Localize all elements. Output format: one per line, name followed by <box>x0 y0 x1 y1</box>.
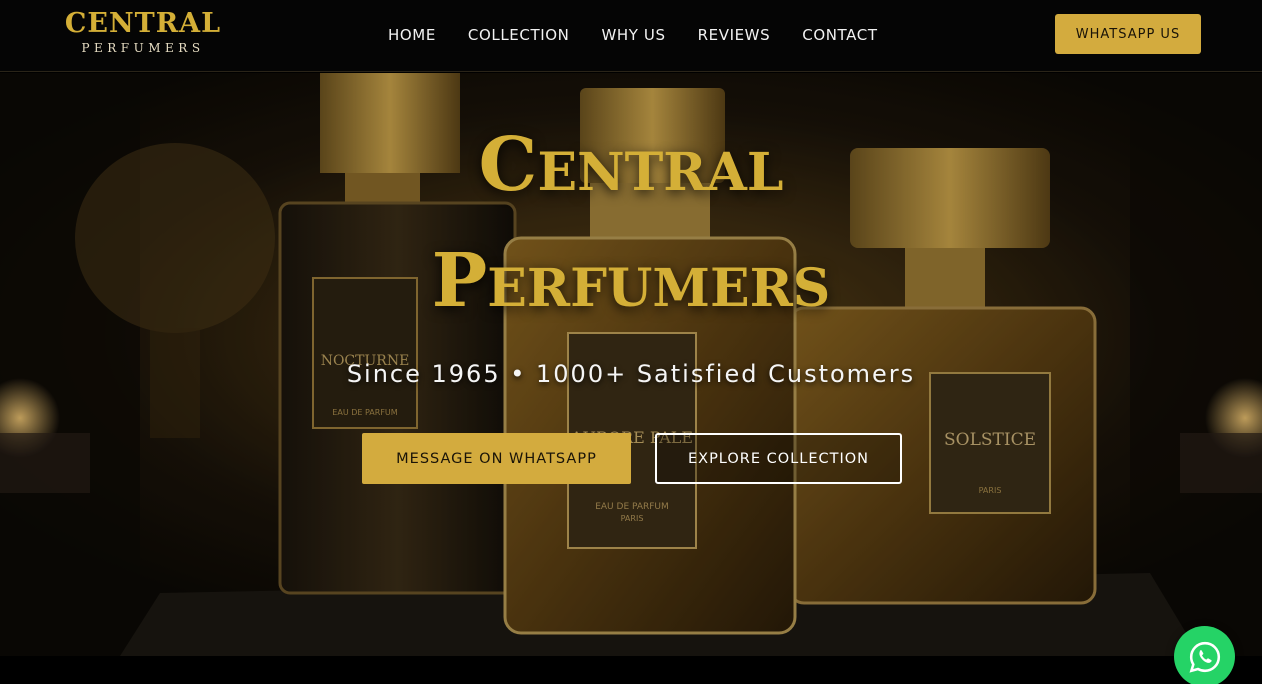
hero-button-group: MESSAGE ON WHATSAPP EXPLORE COLLECTION <box>362 433 902 484</box>
floating-whatsapp-button[interactable] <box>1174 626 1235 684</box>
whatsapp-us-button[interactable]: WHATSAPP US <box>1055 14 1201 54</box>
nav-link-reviews[interactable]: REVIEWS <box>698 24 771 46</box>
nav-link-contact[interactable]: CONTACT <box>802 24 877 46</box>
brand-name: CENTRAL <box>64 8 222 39</box>
main-nav: HOME COLLECTION WHY US REVIEWS CONTACT <box>388 24 878 46</box>
hero-section: NOCTURNE EAU DE PARFUM SOLSTICE PARIS AU… <box>0 73 1262 656</box>
hero-title-line1: Central <box>478 122 784 208</box>
hero-title-line2: Perfumers <box>431 238 831 324</box>
hero-subtitle: Since 1965 • 1000+ Satisfied Customers <box>346 360 916 388</box>
explore-collection-button[interactable]: EXPLORE COLLECTION <box>655 433 902 484</box>
brand-logo[interactable]: CENTRAL PERFUMERS <box>64 9 222 56</box>
nav-link-collection[interactable]: COLLECTION <box>468 24 570 46</box>
nav-link-home[interactable]: HOME <box>388 24 436 46</box>
nav-link-why-us[interactable]: WHY US <box>601 24 665 46</box>
brand-tagline: PERFUMERS <box>81 41 205 55</box>
whatsapp-icon <box>1189 641 1220 673</box>
top-navbar: CENTRAL PERFUMERS HOME COLLECTION WHY US… <box>0 0 1262 72</box>
message-on-whatsapp-button[interactable]: MESSAGE ON WHATSAPP <box>362 433 631 484</box>
